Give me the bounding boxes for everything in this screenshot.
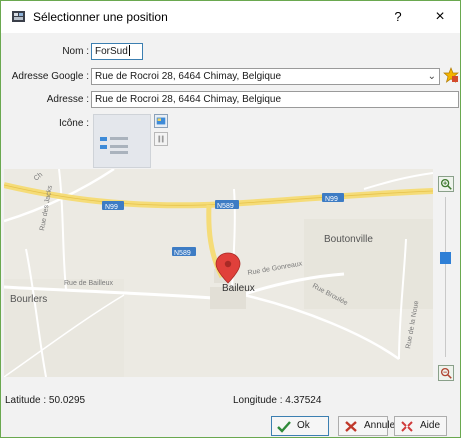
ok-label: Ok <box>297 420 310 431</box>
favorite-star-icon[interactable] <box>443 67 459 83</box>
checkmark-icon <box>277 421 291 433</box>
icon-label: Icône : <box>58 118 89 129</box>
nom-input[interactable]: ForSud <box>91 43 143 60</box>
route-shield-n99-b: N99 <box>322 193 344 203</box>
google-address-select[interactable]: Rue de Rocroi 28, 6464 Chimay, Belgique … <box>91 68 440 85</box>
svg-text:N99: N99 <box>105 204 118 211</box>
map-street-bailleux: Rue de Bailleux <box>64 280 114 287</box>
nom-label: Nom : <box>62 46 89 57</box>
route-shield-n99-a: N99 <box>102 201 124 211</box>
svg-text:N589: N589 <box>217 203 234 210</box>
help-icon <box>401 421 413 432</box>
title-bar: Sélectionner une position ? × <box>1 1 460 33</box>
zoom-slider-thumb[interactable] <box>440 252 451 264</box>
chevron-down-icon: ⌄ <box>427 71 436 82</box>
map-town-baileux: Baileux <box>222 283 255 294</box>
icon-picker-icon[interactable] <box>154 114 168 128</box>
google-address-label: Adresse Google : <box>11 71 89 82</box>
clear-icon[interactable] <box>154 132 168 146</box>
address-input[interactable]: Rue de Rocroi 28, 6464 Chimay, Belgique <box>91 91 459 108</box>
svg-text:N589: N589 <box>174 250 191 257</box>
longitude-readout: Longitude : 4.37524 <box>233 395 322 406</box>
map-window-icon <box>12 11 25 22</box>
map-view[interactable]: Boutonville Baileux Bourlers Rue de Bail… <box>4 169 433 377</box>
map-town-boutonville: Boutonville <box>324 234 373 245</box>
google-address-value: Rue de Rocroi 28, 6464 Chimay, Belgique <box>95 71 282 82</box>
help-title-button[interactable]: ? <box>385 6 411 28</box>
close-button[interactable]: × <box>427 6 453 28</box>
select-position-dialog: Sélectionner une position ? × Nom : ForS… <box>0 0 461 438</box>
latitude-readout: Latitude : 50.0295 <box>5 395 86 406</box>
zoom-slider-track[interactable] <box>445 197 446 357</box>
map-town-bourlers: Bourlers <box>10 294 47 305</box>
route-shield-n589-a: N589 <box>215 200 239 210</box>
zoom-panel <box>434 169 459 377</box>
nom-value: ForSud <box>95 46 128 57</box>
address-value: Rue de Rocroi 28, 6464 Chimay, Belgique <box>95 94 282 105</box>
window-title: Sélectionner une position <box>33 10 168 24</box>
help-button[interactable]: Aide <box>394 416 447 436</box>
help-label: Aide <box>420 420 441 431</box>
address-label: Adresse : <box>46 94 89 105</box>
x-icon <box>345 421 357 432</box>
zoom-out-icon[interactable] <box>438 365 454 381</box>
svg-text:N99: N99 <box>325 196 338 203</box>
icon-preview[interactable] <box>93 114 151 168</box>
map-canvas: Boutonville Baileux Bourlers Rue de Bail… <box>4 169 433 377</box>
ok-button[interactable]: Ok <box>271 416 329 436</box>
zoom-in-icon[interactable] <box>438 176 454 192</box>
route-shield-n589-b: N589 <box>172 247 196 257</box>
cancel-button[interactable]: Annuler <box>338 416 398 436</box>
